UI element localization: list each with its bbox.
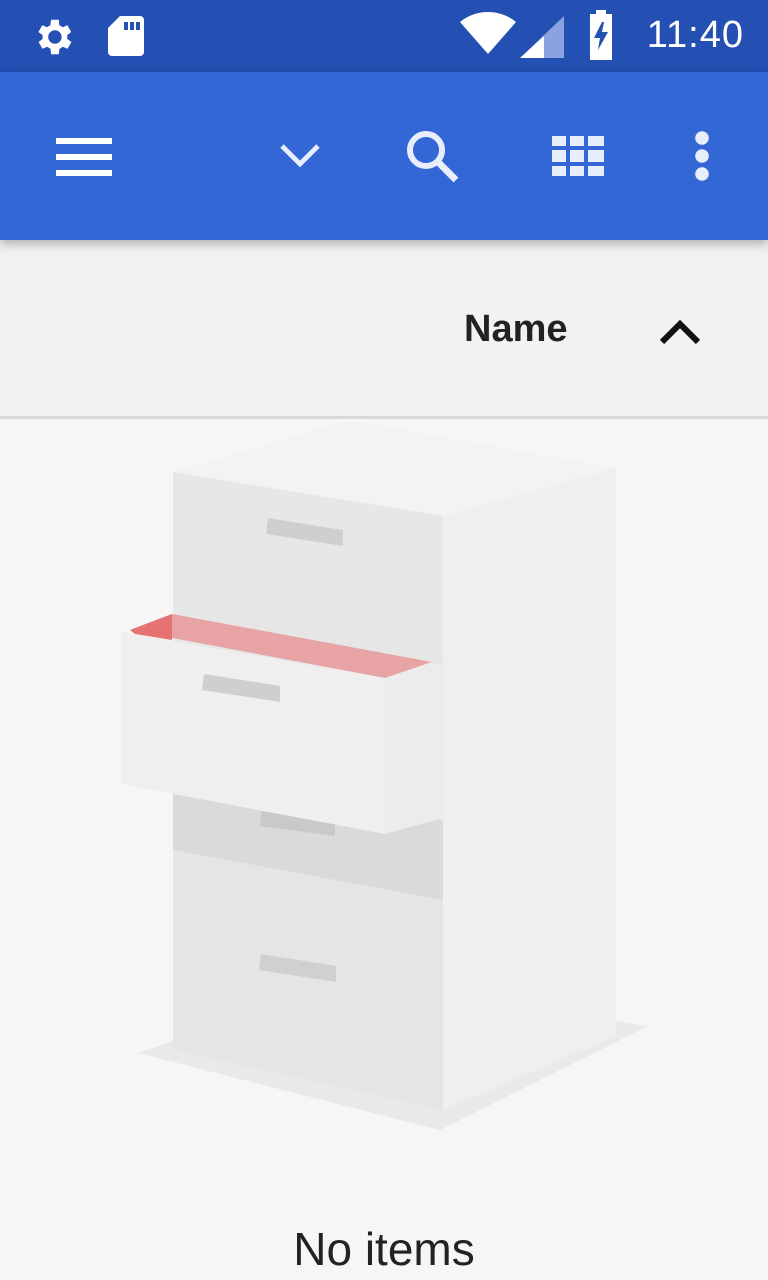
search-icon[interactable] — [400, 124, 464, 188]
battery-charging-icon — [586, 10, 616, 65]
status-bar: 11:40 — [0, 0, 768, 72]
settings-icon — [30, 14, 76, 65]
menu-icon[interactable] — [52, 124, 116, 188]
more-vert-icon[interactable] — [670, 124, 734, 188]
chevron-down-icon[interactable] — [268, 124, 332, 188]
chevron-up-icon[interactable] — [650, 304, 710, 360]
grid-view-icon[interactable] — [546, 124, 610, 188]
signal-icon — [520, 16, 564, 63]
app-bar — [0, 72, 768, 240]
wifi-icon — [460, 12, 516, 61]
empty-state-message: No items — [293, 1223, 475, 1275]
file-cabinet-illustration — [0, 420, 768, 1140]
sd-card-icon — [106, 14, 146, 63]
clock: 11:40 — [646, 14, 744, 56]
sort-by-name-label[interactable]: Name — [464, 308, 568, 351]
